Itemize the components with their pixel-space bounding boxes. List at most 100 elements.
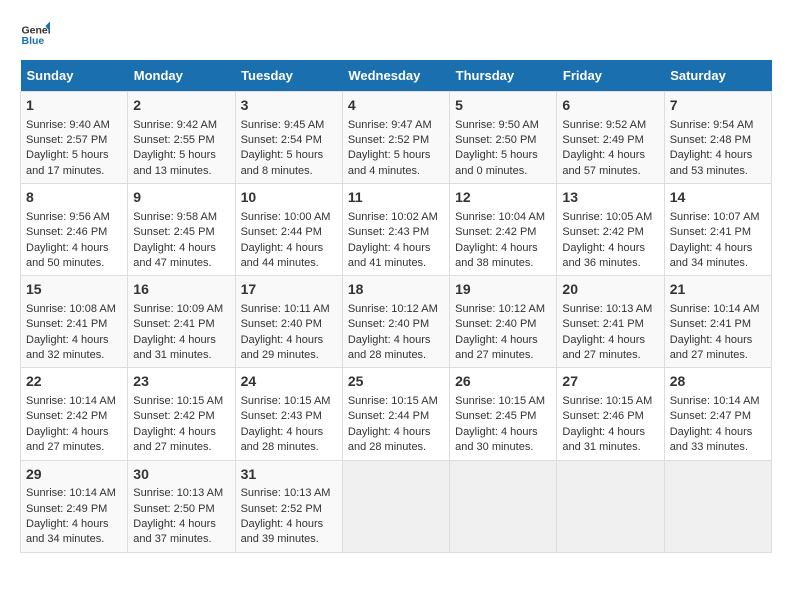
day-info-line: Sunset: 2:41 PM <box>26 317 122 332</box>
day-info-line: Daylight: 4 hours <box>455 425 551 440</box>
day-info-line: Sunset: 2:46 PM <box>26 225 122 240</box>
day-number: 26 <box>455 372 551 392</box>
day-number: 8 <box>26 188 122 208</box>
day-cell: 7Sunrise: 9:54 AMSunset: 2:48 PMDaylight… <box>664 92 771 184</box>
day-info-line: and 34 minutes. <box>670 256 766 271</box>
day-info-line: Daylight: 5 hours <box>455 148 551 163</box>
day-number: 20 <box>562 280 658 300</box>
day-info-line: Daylight: 4 hours <box>133 425 229 440</box>
day-cell: 19Sunrise: 10:12 AMSunset: 2:40 PMDaylig… <box>450 276 557 368</box>
day-number: 18 <box>348 280 444 300</box>
day-info-line: Sunrise: 10:04 AM <box>455 210 551 225</box>
day-number: 10 <box>241 188 337 208</box>
day-info-line: Sunset: 2:41 PM <box>670 317 766 332</box>
day-info-line: and 33 minutes. <box>670 440 766 455</box>
day-info-line: Sunrise: 10:13 AM <box>562 302 658 317</box>
day-info-line: and 27 minutes. <box>26 440 122 455</box>
day-info-line: Daylight: 5 hours <box>133 148 229 163</box>
day-info-line: Sunrise: 10:08 AM <box>26 302 122 317</box>
day-info-line: Sunset: 2:44 PM <box>348 409 444 424</box>
day-info-line: Daylight: 4 hours <box>670 425 766 440</box>
week-row-2: 8 Sunrise: 9:56 AMSunset: 2:46 PM Daylight… <box>21 184 772 276</box>
day-info-line: Sunrise: 9:45 AM <box>241 118 337 133</box>
day-info-line: Sunrise: 10:14 AM <box>670 394 766 409</box>
week-row-4: 22Sunrise: 10:14 AMSunset: 2:42 PMDaylig… <box>21 368 772 460</box>
day-info-line: and 27 minutes. <box>670 348 766 363</box>
day-info-line: Sunrise: 9:54 AM <box>670 118 766 133</box>
day-info-line: and 29 minutes. <box>241 348 337 363</box>
day-number: 2 <box>133 96 229 116</box>
svg-text:Blue: Blue <box>22 35 45 47</box>
day-info-line: Sunrise: 9:58 AM <box>133 210 229 225</box>
day-cell: 20Sunrise: 10:13 AMSunset: 2:41 PMDaylig… <box>557 276 664 368</box>
day-cell: 28 Sunrise: 10:14 AMSunset: 2:47 PMDaylig… <box>664 368 771 460</box>
day-info-line: Daylight: 4 hours <box>26 517 122 532</box>
day-info-line: Sunrise: 10:05 AM <box>562 210 658 225</box>
day-info-line: and 39 minutes. <box>241 532 337 547</box>
day-info-line: and 30 minutes. <box>455 440 551 455</box>
logo: General Blue <box>20 20 54 50</box>
day-info-line: Daylight: 4 hours <box>348 241 444 256</box>
day-info-line: Sunset: 2:46 PM <box>562 409 658 424</box>
day-info-line: Sunset: 2:50 PM <box>133 502 229 517</box>
day-cell: 24Sunrise: 10:15 AMSunset: 2:43 PMDaylig… <box>235 368 342 460</box>
day-number: 21 <box>670 280 766 300</box>
day-number: 30 <box>133 465 229 485</box>
day-info-line: Daylight: 4 hours <box>133 517 229 532</box>
day-info-line: Sunset: 2:47 PM <box>670 409 766 424</box>
day-info-line: and 47 minutes. <box>133 256 229 271</box>
day-info-line: Daylight: 5 hours <box>241 148 337 163</box>
day-number: 22 <box>26 372 122 392</box>
day-cell: 18Sunrise: 10:12 AMSunset: 2:40 PMDaylig… <box>342 276 449 368</box>
day-info-line: Daylight: 4 hours <box>670 241 766 256</box>
day-info-line: Daylight: 4 hours <box>455 241 551 256</box>
day-info-line: Sunset: 2:43 PM <box>348 225 444 240</box>
day-cell: 16Sunrise: 10:09 AMSunset: 2:41 PMDaylig… <box>128 276 235 368</box>
day-info-line: Sunrise: 9:56 AM <box>26 210 122 225</box>
day-info-line: and 31 minutes. <box>562 440 658 455</box>
day-info-line: Sunrise: 9:52 AM <box>562 118 658 133</box>
day-cell: 25Sunrise: 10:15 AMSunset: 2:44 PMDaylig… <box>342 368 449 460</box>
day-number: 28 <box>670 372 766 392</box>
day-info-line: Sunrise: 10:13 AM <box>133 486 229 501</box>
day-info-line: Sunset: 2:45 PM <box>455 409 551 424</box>
day-info-line: Sunrise: 10:09 AM <box>133 302 229 317</box>
day-cell <box>342 460 449 552</box>
day-info-line: Daylight: 4 hours <box>348 333 444 348</box>
day-info-line: and 31 minutes. <box>133 348 229 363</box>
day-number: 31 <box>241 465 337 485</box>
day-info-line: Sunset: 2:42 PM <box>562 225 658 240</box>
day-info-line: and 32 minutes. <box>26 348 122 363</box>
day-info-line: Sunset: 2:41 PM <box>670 225 766 240</box>
day-cell: 6Sunrise: 9:52 AMSunset: 2:49 PMDaylight… <box>557 92 664 184</box>
weekday-sunday: Sunday <box>21 60 128 92</box>
day-number: 4 <box>348 96 444 116</box>
day-number: 11 <box>348 188 444 208</box>
day-info-line: Sunset: 2:40 PM <box>455 317 551 332</box>
day-info-line: Sunset: 2:48 PM <box>670 133 766 148</box>
day-cell: 29Sunrise: 10:14 AMSunset: 2:49 PMDaylig… <box>21 460 128 552</box>
day-info-line: Daylight: 4 hours <box>348 425 444 440</box>
day-info-line: Sunrise: 10:14 AM <box>26 486 122 501</box>
day-cell: 26Sunrise: 10:15 AMSunset: 2:45 PMDaylig… <box>450 368 557 460</box>
day-number: 15 <box>26 280 122 300</box>
day-info-line: Sunrise: 10:15 AM <box>241 394 337 409</box>
week-row-3: 15Sunrise: 10:08 AMSunset: 2:41 PMDaylig… <box>21 276 772 368</box>
day-info-line: Sunset: 2:42 PM <box>133 409 229 424</box>
weekday-tuesday: Tuesday <box>235 60 342 92</box>
day-cell: 23Sunrise: 10:15 AMSunset: 2:42 PMDaylig… <box>128 368 235 460</box>
day-info-line: Sunset: 2:42 PM <box>455 225 551 240</box>
day-number: 17 <box>241 280 337 300</box>
day-info-line: Sunrise: 10:00 AM <box>241 210 337 225</box>
day-info-line: Sunset: 2:52 PM <box>348 133 444 148</box>
day-cell: 3Sunrise: 9:45 AMSunset: 2:54 PMDaylight… <box>235 92 342 184</box>
day-cell: 1Sunrise: 9:40 AMSunset: 2:57 PMDaylight… <box>21 92 128 184</box>
day-info-line: Daylight: 4 hours <box>26 425 122 440</box>
day-number: 5 <box>455 96 551 116</box>
day-cell <box>664 460 771 552</box>
day-info-line: and 44 minutes. <box>241 256 337 271</box>
day-info-line: Sunset: 2:40 PM <box>241 317 337 332</box>
calendar-table: SundayMondayTuesdayWednesdayThursdayFrid… <box>20 60 772 553</box>
day-info-line: Sunrise: 10:15 AM <box>562 394 658 409</box>
day-info-line: Sunset: 2:57 PM <box>26 133 122 148</box>
